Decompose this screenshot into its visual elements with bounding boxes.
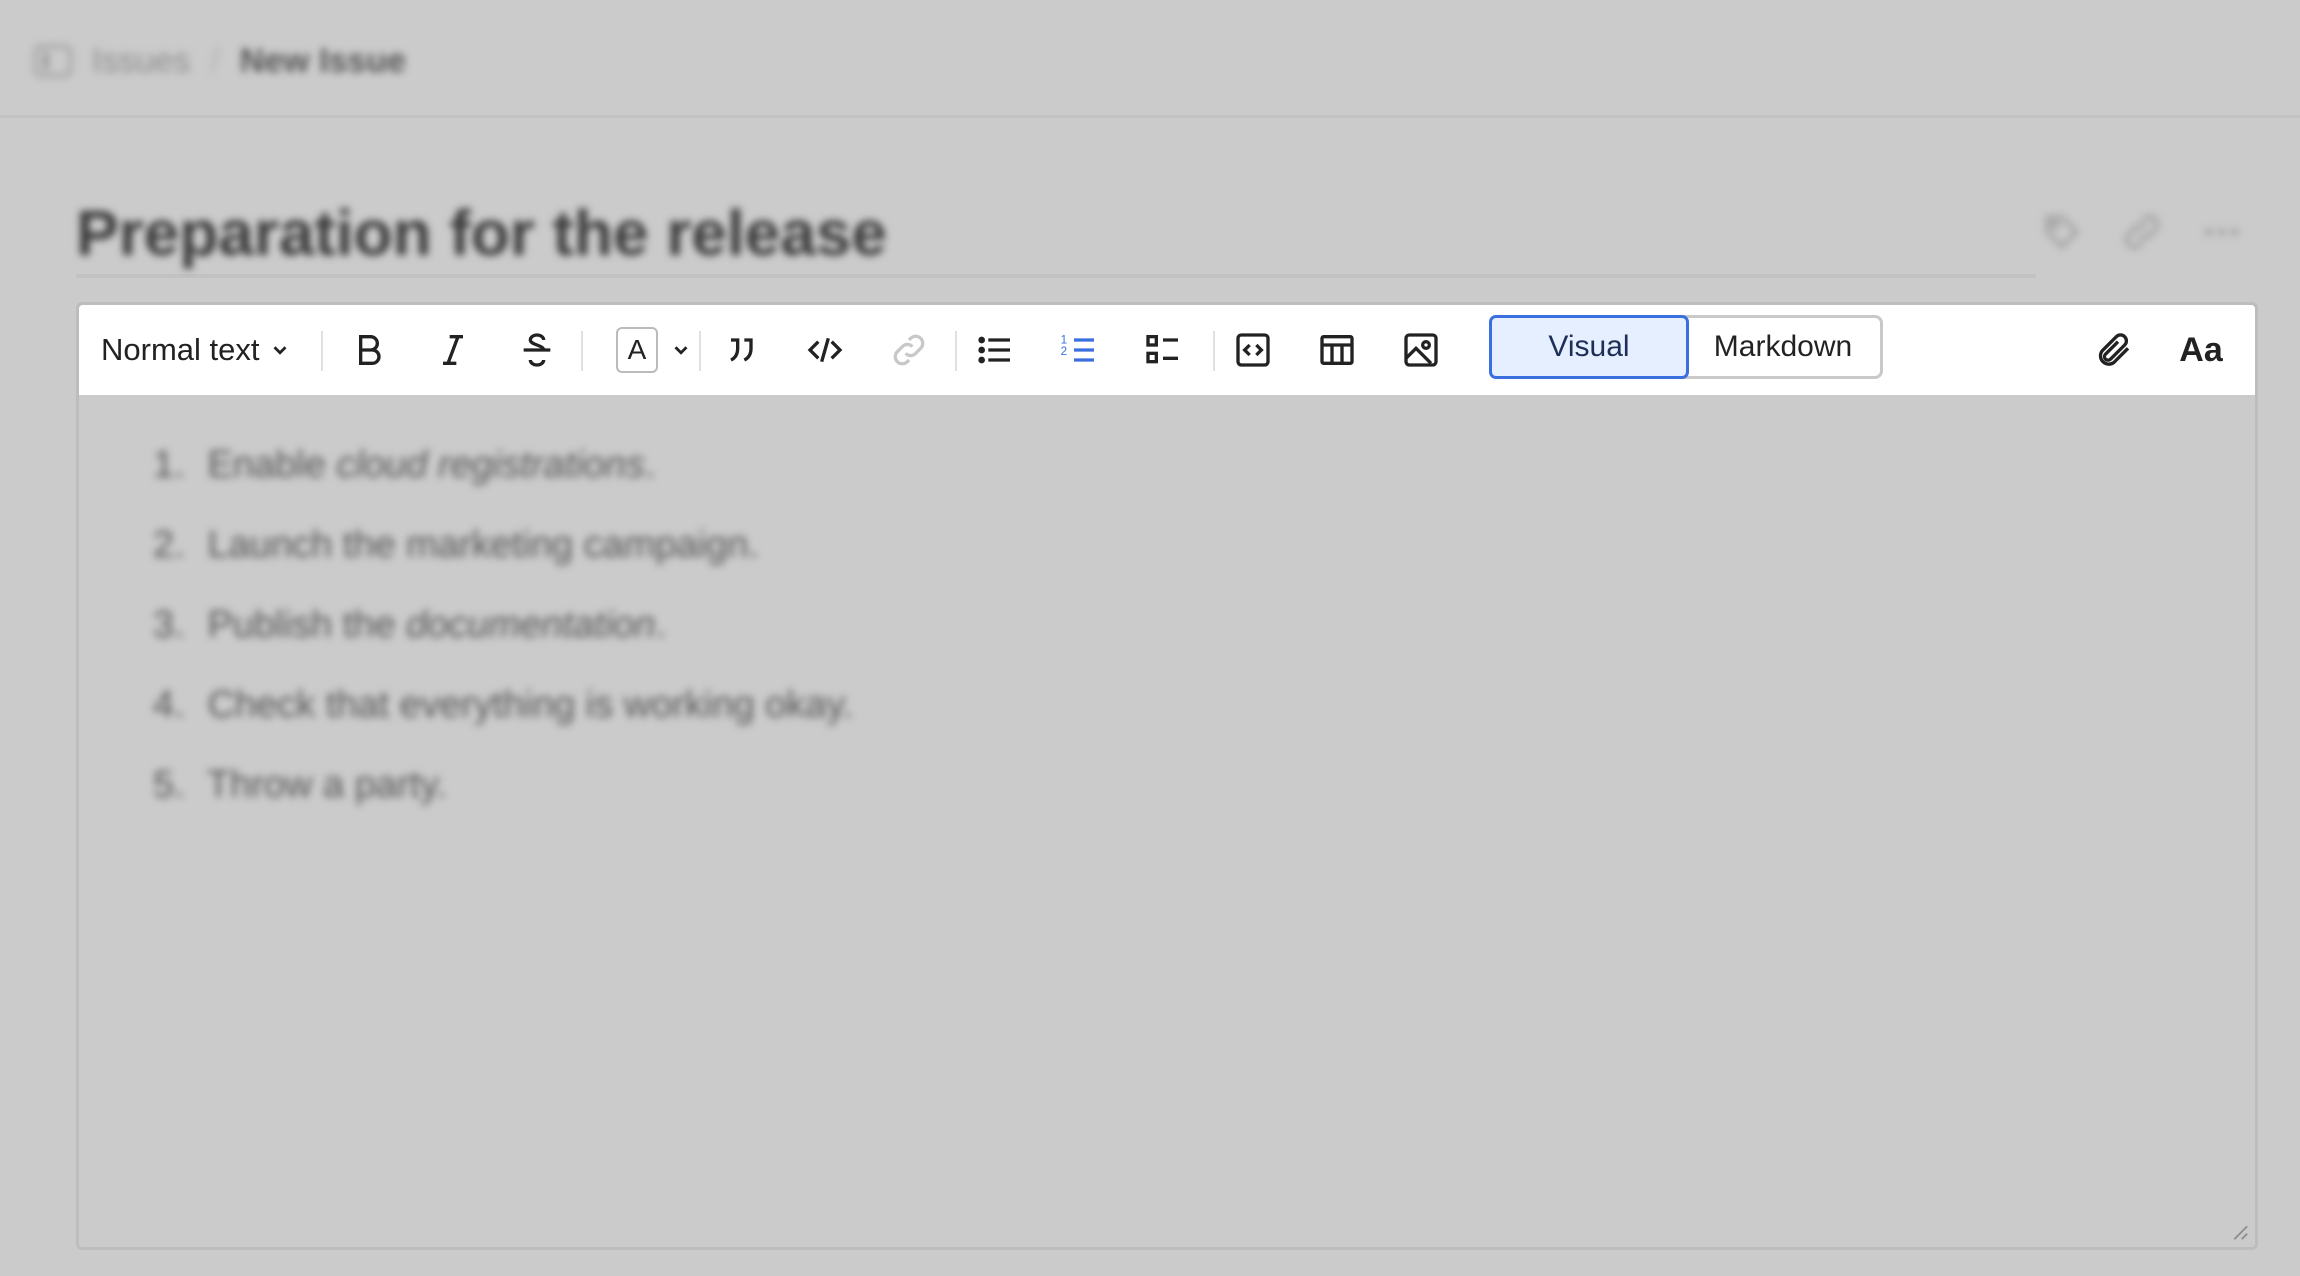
toolbar-divider — [321, 331, 323, 371]
paperclip-icon — [2098, 333, 2130, 366]
list-item-text-end: . — [644, 444, 656, 486]
list-item-text: Throw a party. — [206, 764, 447, 806]
bullet-list-icon — [978, 336, 1010, 364]
toolbar-divider — [581, 331, 583, 371]
list-item: 2. Launch the marketing campaign. — [153, 505, 853, 585]
italic-button[interactable] — [425, 305, 481, 395]
list-item-text: Check that everything is working okay. — [207, 684, 854, 726]
list-item: 4. Check that everything is working okay… — [153, 665, 853, 745]
ordered-list-button[interactable]: 12 — [1051, 305, 1107, 395]
issue-title: Preparation for the release — [76, 197, 887, 269]
text-color-icon: A — [616, 327, 658, 373]
list-item-italic-text: cloud registrations — [336, 444, 645, 486]
bold-icon — [359, 335, 381, 365]
text-style-dropdown[interactable]: Normal text — [101, 305, 291, 395]
editor-mode-toggle: Visual Markdown — [1489, 315, 1883, 379]
bold-button[interactable] — [341, 305, 397, 395]
list-item-italic-text: documentation — [406, 604, 656, 646]
description-content[interactable]: 1. Enable cloud registrations. 2. Launch … — [153, 425, 853, 825]
list-item: 1. Enable cloud registrations. — [153, 425, 853, 505]
ordered-list-icon: 12 — [1061, 333, 1094, 362]
quote-icon — [730, 338, 753, 362]
table-icon — [1320, 335, 1354, 365]
description-editor[interactable]: Normal text A 1 2 Visual Markdown Aa 1. … — [76, 302, 2258, 1250]
svg-text:2: 2 — [1061, 345, 1067, 358]
list-item-number: 5. — [153, 764, 185, 806]
toolbar-divider — [955, 331, 957, 371]
link-icon[interactable] — [2120, 210, 2164, 254]
list-item: 3. Publish the documentation. — [153, 585, 853, 665]
list-item-text: Enable — [207, 444, 337, 486]
breadcrumb-current: New Issue — [239, 41, 407, 80]
more-icon[interactable] — [2200, 210, 2244, 254]
link-icon — [893, 334, 925, 366]
title-actions — [2040, 210, 2244, 254]
text-color-button[interactable]: A — [599, 305, 709, 395]
bullet-list-button[interactable] — [967, 305, 1023, 395]
sidebar-toggle-icon[interactable] — [34, 45, 72, 77]
attach-button[interactable] — [2085, 305, 2141, 395]
breadcrumb-separator: / — [210, 41, 220, 80]
breadcrumb-issues-link[interactable]: Issues — [92, 42, 190, 81]
image-button[interactable] — [1393, 305, 1449, 395]
list-item-number: 1. — [153, 444, 185, 486]
checklist-button[interactable] — [1135, 305, 1191, 395]
top-bar: Issues / New Issue — [0, 0, 2300, 118]
resize-handle-icon[interactable] — [2227, 1219, 2249, 1241]
editor-toolbar: Normal text A 1 2 Visual Markdown Aa — [79, 305, 2255, 395]
list-item-number: 3. — [153, 604, 185, 646]
code-block-button[interactable] — [1225, 305, 1281, 395]
italic-icon — [443, 335, 463, 365]
checklist-icon — [1146, 335, 1178, 364]
font-size-button[interactable]: Aa — [2169, 305, 2233, 395]
visual-mode-button[interactable]: Visual — [1489, 315, 1689, 379]
chevron-down-icon — [674, 346, 688, 355]
strikethrough-button[interactable] — [509, 305, 565, 395]
issue-title-field[interactable]: Preparation for the release — [76, 188, 2036, 278]
link-button[interactable] — [881, 305, 937, 395]
text-style-label: Normal text — [101, 332, 260, 367]
strikethrough-icon — [523, 333, 551, 367]
list-item-number: 4. — [153, 684, 185, 726]
markdown-mode-button[interactable]: Markdown — [1686, 318, 1880, 376]
toolbar-divider — [699, 331, 701, 371]
list-item-text-end: . — [655, 604, 666, 646]
image-icon — [1404, 333, 1438, 367]
code-block-icon — [1236, 333, 1270, 367]
list-item: 5. Throw a party. — [153, 745, 853, 825]
toolbar-divider — [1213, 331, 1215, 371]
code-icon — [807, 337, 843, 363]
code-button[interactable] — [797, 305, 853, 395]
list-item-number: 2. — [153, 524, 185, 566]
tag-icon[interactable] — [2040, 210, 2084, 254]
list-item-text: Publish the — [207, 604, 407, 646]
quote-button[interactable] — [713, 305, 769, 395]
chevron-down-icon — [274, 346, 287, 355]
list-item-text: Launch the marketing campaign. — [207, 524, 759, 566]
table-button[interactable] — [1309, 305, 1365, 395]
breadcrumb: Issues / New Issue — [34, 40, 406, 82]
